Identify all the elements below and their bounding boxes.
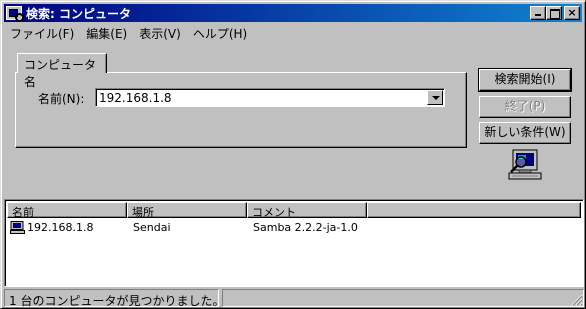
column-header-location[interactable]: 場所 <box>127 202 247 219</box>
close-icon: × <box>567 6 577 19</box>
window-title: 検索: コンピュータ <box>26 6 131 21</box>
dropdown-arrow-icon[interactable] <box>427 90 443 105</box>
search-computer-icon[interactable] <box>6 6 24 22</box>
menu-view[interactable]: 表示(V) <box>133 23 187 41</box>
column-header-name[interactable]: 名前 <box>7 202 127 219</box>
computer-icon <box>10 221 25 234</box>
menu-edit[interactable]: 編集(E) <box>80 23 133 41</box>
name-label: 名前(N): <box>38 92 85 106</box>
window-controls: × <box>530 6 580 20</box>
resize-grip-icon[interactable] <box>571 294 583 306</box>
maximize-button[interactable] <box>546 6 562 20</box>
menu-help[interactable]: ヘルプ(H) <box>187 23 253 41</box>
results-list[interactable]: 名前 場所 コメント 192.168.1.8 Sendai Samba 2.2.… <box>4 199 584 287</box>
row-comment: Samba 2.2.2-ja-1.0 <box>253 221 358 234</box>
table-row[interactable]: 192.168.1.8 Sendai Samba 2.2.2-ja-1.0 <box>7 220 577 236</box>
start-search-button[interactable]: 検索開始(I) <box>478 68 572 92</box>
new-search-button[interactable]: 新しい条件(W) <box>479 122 571 144</box>
minimize-button[interactable] <box>530 6 546 20</box>
row-name: 192.168.1.8 <box>27 221 94 234</box>
name-combobox[interactable]: 192.168.1.8 <box>95 88 445 107</box>
close-button[interactable]: × <box>564 6 580 20</box>
name-input[interactable]: 192.168.1.8 <box>99 91 172 105</box>
column-header-blank[interactable] <box>367 202 581 218</box>
row-location: Sendai <box>133 221 171 234</box>
column-header-comment[interactable]: コメント <box>247 202 367 219</box>
menu-file[interactable]: ファイル(F) <box>4 23 80 41</box>
computer-search-icon <box>508 149 542 180</box>
stop-button[interactable]: 終了(P) <box>479 96 571 118</box>
menu-bar: ファイル(F) 編集(E) 表示(V) ヘルプ(H) <box>4 23 253 41</box>
tab-panel <box>15 72 467 148</box>
status-pane-empty <box>222 289 584 307</box>
results-header: 名前 場所 コメント <box>7 202 581 219</box>
tab-computer-name[interactable]: コンピュータ名 <box>17 53 107 89</box>
status-bar: 1 台のコンピュータが見つかりました。 <box>4 289 584 308</box>
search-computer-window: 検索: コンピュータ × ファイル(F) 編集(E) 表示(V) ヘルプ(H) … <box>0 0 586 309</box>
title-bar[interactable]: 検索: コンピュータ × <box>4 4 582 22</box>
status-message: 1 台のコンピュータが見つかりました。 <box>4 289 224 308</box>
